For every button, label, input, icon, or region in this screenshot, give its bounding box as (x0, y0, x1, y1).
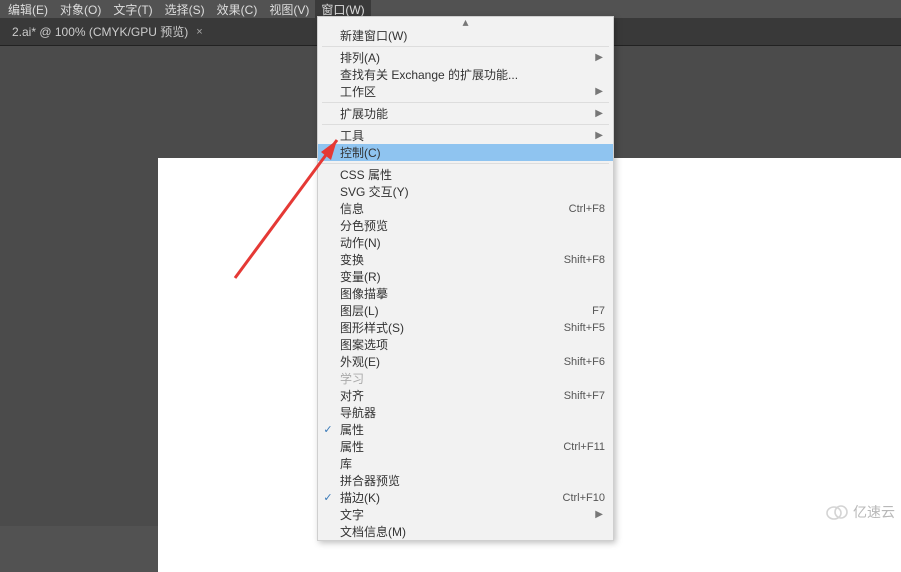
menu-item-学习: 学习 (318, 370, 613, 387)
menu-item-排列a[interactable]: 排列(A)▶ (318, 49, 613, 66)
menu-item-工作区[interactable]: 工作区▶ (318, 83, 613, 100)
menu-separator (322, 46, 609, 47)
menu-separator (322, 163, 609, 164)
document-tab-title: 2.ai* @ 100% (CMYK/GPU 预览) (12, 23, 188, 40)
menu-item-label: 库 (340, 455, 605, 472)
menu-item-控制c[interactable]: 控制(C) (318, 144, 613, 161)
menu-view[interactable]: 视图(V) (263, 0, 315, 20)
menu-item-拼合器预览[interactable]: 拼合器预览 (318, 472, 613, 489)
checkmark-icon: ✓ (322, 491, 334, 503)
submenu-arrow-icon: ▶ (595, 108, 603, 119)
menu-item-图形样式s[interactable]: 图形样式(S)Shift+F5 (318, 319, 613, 336)
menu-item-svg交互y[interactable]: SVG 交互(Y) (318, 183, 613, 200)
menu-item-文字[interactable]: 文字▶ (318, 506, 613, 523)
menu-shortcut: Ctrl+F8 (569, 203, 605, 215)
menu-item-扩展功能[interactable]: 扩展功能▶ (318, 105, 613, 122)
menu-separator (322, 102, 609, 103)
menu-item-对齐[interactable]: 对齐Shift+F7 (318, 387, 613, 404)
close-icon[interactable]: × (196, 26, 202, 38)
menu-item-查找有关exchange的扩展功能[interactable]: 查找有关 Exchange 的扩展功能... (318, 66, 613, 83)
menu-item-label: 工作区 (340, 83, 595, 100)
menu-item-变换[interactable]: 变换Shift+F8 (318, 251, 613, 268)
menu-item-label: 学习 (340, 370, 605, 387)
menu-item-label: 拼合器预览 (340, 472, 605, 489)
menu-shortcut: F7 (592, 305, 605, 317)
menu-item-图像描摹[interactable]: 图像描摹 (318, 285, 613, 302)
menu-item-label: 对齐 (340, 387, 564, 404)
menu-item-label: CSS 属性 (340, 166, 605, 183)
menu-item-label: 图案选项 (340, 336, 605, 353)
menu-item-描边k[interactable]: ✓ 描边(K)Ctrl+F10 (318, 489, 613, 506)
scroll-up-icon[interactable]: ▴ (318, 17, 613, 27)
menu-item-分色预览[interactable]: 分色预览 (318, 217, 613, 234)
menu-shortcut: Ctrl+F10 (563, 492, 606, 504)
menu-item-label: 变换 (340, 251, 564, 268)
menu-item-属性[interactable]: 属性Ctrl+F11 (318, 438, 613, 455)
menu-item-信息[interactable]: 信息Ctrl+F8 (318, 200, 613, 217)
menu-item-label: 属性 (340, 438, 563, 455)
watermark: 亿速云 (825, 502, 895, 522)
checkmark-icon: ✓ (322, 423, 334, 435)
menu-item-label: 控制(C) (340, 144, 605, 161)
menu-item-label: 图形样式(S) (340, 319, 564, 336)
submenu-arrow-icon: ▶ (595, 86, 603, 97)
menu-item-label: 工具 (340, 127, 595, 144)
menu-item-导航器[interactable]: 导航器 (318, 404, 613, 421)
menu-separator (322, 124, 609, 125)
menu-item-label: 排列(A) (340, 49, 595, 66)
submenu-arrow-icon: ▶ (595, 130, 603, 141)
menu-type[interactable]: 文字(T) (107, 0, 158, 20)
menu-object[interactable]: 对象(O) (54, 0, 107, 20)
menu-item-动作n[interactable]: 动作(N) (318, 234, 613, 251)
menu-item-label: 文字 (340, 506, 595, 523)
menu-item-label: 导航器 (340, 404, 605, 421)
menu-item-label: 新建窗口(W) (340, 27, 605, 44)
menu-item-label: 图像描摹 (340, 285, 605, 302)
menu-item-变量r[interactable]: 变量(R) (318, 268, 613, 285)
menu-item-图层l[interactable]: 图层(L)F7 (318, 302, 613, 319)
menu-shortcut: Shift+F5 (564, 322, 605, 334)
menu-item-属性[interactable]: ✓ 属性 (318, 421, 613, 438)
menu-shortcut: Ctrl+F11 (563, 441, 605, 453)
menu-shortcut: Shift+F6 (564, 356, 605, 368)
menu-item-label: 外观(E) (340, 353, 564, 370)
menu-item-label: 分色预览 (340, 217, 605, 234)
menu-item-新建窗口w[interactable]: 新建窗口(W) (318, 27, 613, 44)
menu-item-label: 信息 (340, 200, 569, 217)
menu-item-外观e[interactable]: 外观(E)Shift+F6 (318, 353, 613, 370)
menu-item-库[interactable]: 库 (318, 455, 613, 472)
menu-shortcut: Shift+F7 (564, 390, 605, 402)
menu-item-label: 扩展功能 (340, 105, 595, 122)
menu-item-label: 图层(L) (340, 302, 592, 319)
menu-effect[interactable]: 效果(C) (211, 0, 264, 20)
document-tab[interactable]: 2.ai* @ 100% (CMYK/GPU 预览) × (4, 18, 211, 45)
submenu-arrow-icon: ▶ (595, 52, 603, 63)
menu-item-label: 动作(N) (340, 234, 605, 251)
submenu-arrow-icon: ▶ (595, 509, 603, 520)
menu-item-css属性[interactable]: CSS 属性 (318, 166, 613, 183)
menu-item-label: 属性 (340, 421, 605, 438)
menu-item-label: 描边(K) (340, 489, 563, 506)
menu-item-图案选项[interactable]: 图案选项 (318, 336, 613, 353)
menu-item-label: SVG 交互(Y) (340, 183, 605, 200)
menu-item-label: 查找有关 Exchange 的扩展功能... (340, 66, 605, 83)
menu-item-工具[interactable]: 工具▶ (318, 127, 613, 144)
menu-shortcut: Shift+F8 (564, 254, 605, 266)
menu-select[interactable]: 选择(S) (159, 0, 211, 20)
watermark-text: 亿速云 (853, 502, 895, 522)
window-dropdown: ▴ 新建窗口(W)排列(A)▶查找有关 Exchange 的扩展功能...工作区… (317, 16, 614, 541)
menu-item-label: 变量(R) (340, 268, 605, 285)
menu-edit[interactable]: 编辑(E) (2, 0, 54, 20)
